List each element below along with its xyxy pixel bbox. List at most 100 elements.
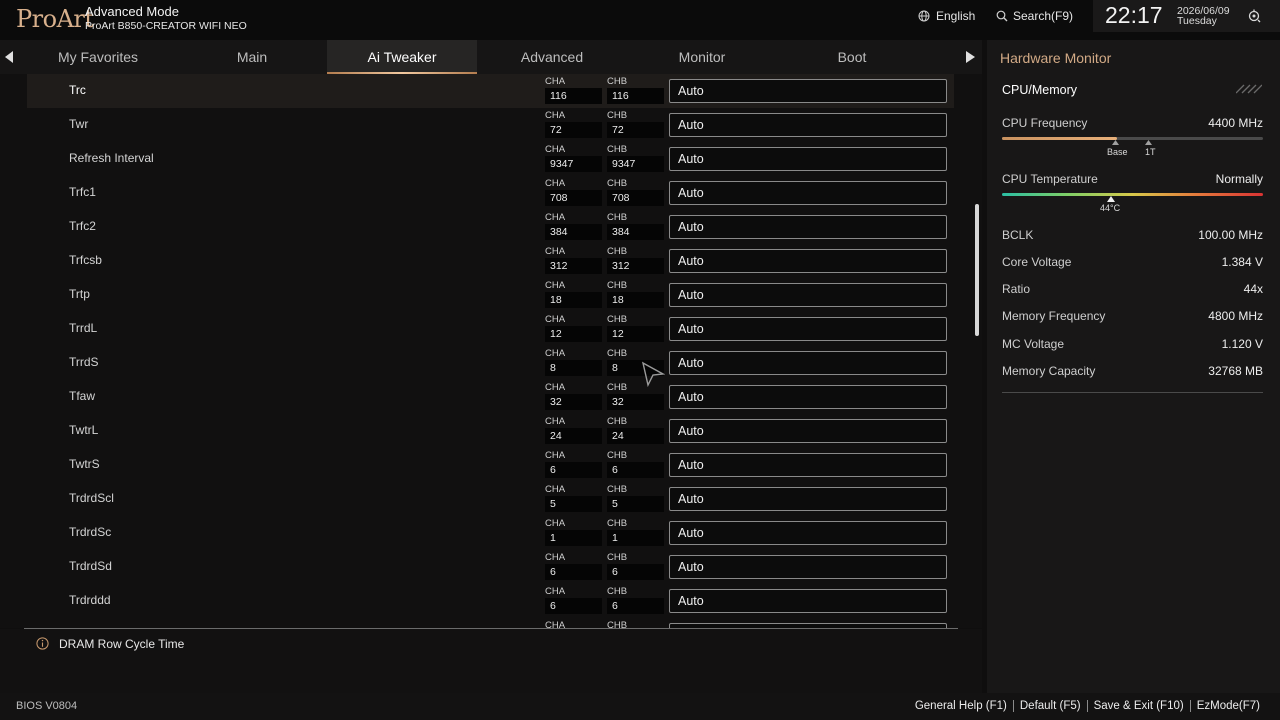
setting-value-field[interactable]: Auto (669, 351, 947, 375)
globe-icon (918, 10, 930, 22)
cha-label: CHA (545, 382, 566, 393)
setting-row[interactable]: TwtrL CHA CHB 24 24 Auto (27, 414, 954, 448)
setting-value-field[interactable]: Auto (669, 283, 947, 307)
setting-value-field[interactable]: Auto (669, 317, 947, 341)
settings-gear-icon[interactable] (1247, 9, 1261, 23)
chb-value: 24 (607, 428, 664, 444)
setting-value-field[interactable]: Auto (669, 79, 947, 103)
setting-label: TrdrdScl (69, 491, 114, 505)
cha-value: 24 (545, 428, 602, 444)
mc-voltage-value: 1.120 V (1221, 337, 1263, 351)
cha-label: CHA (545, 76, 566, 87)
cha-value: 312 (545, 258, 602, 274)
weekday-value: Tuesday (1177, 15, 1217, 27)
list-scrollbar[interactable] (975, 204, 979, 336)
setting-value-field[interactable]: Auto (669, 385, 947, 409)
setting-row[interactable]: CHA CHB (27, 618, 954, 628)
setting-row[interactable]: Trtp CHA CHB 18 18 Auto (27, 278, 954, 312)
tab-scroll-right-icon[interactable] (966, 51, 975, 63)
function-keys: General Help (F1) Default (F5) Save & Ex… (915, 700, 1260, 712)
setting-row[interactable]: Twr CHA CHB 72 72 Auto (27, 108, 954, 142)
cpu-memory-section-title: CPU/Memory (1002, 83, 1078, 97)
cha-label: CHA (545, 484, 566, 495)
tab-my-favorites[interactable]: My Favorites (23, 40, 173, 74)
setting-row[interactable]: TrdrdScl CHA CHB 5 5 Auto (27, 482, 954, 516)
chb-value: 18 (607, 292, 664, 308)
tab-bar: My Favorites Main Ai Tweaker Advanced Mo… (0, 40, 982, 74)
ezmode-button[interactable]: EzMode(F7) (1197, 700, 1260, 712)
cha-value: 1 (545, 530, 602, 546)
turbo-marker-label: 1T (1145, 147, 1156, 157)
cha-label: CHA (545, 586, 566, 597)
search-button[interactable]: Search(F9) (996, 9, 1073, 23)
tab-advanced[interactable]: Advanced (477, 40, 627, 74)
clock-date: 2026/06/09 Tuesday (1177, 6, 1230, 27)
bios-version: BIOS V0804 (16, 700, 78, 712)
setting-label: Trdrddd (69, 593, 111, 607)
chb-value: 32 (607, 394, 664, 410)
setting-row[interactable]: Trfcsb CHA CHB 312 312 Auto (27, 244, 954, 278)
chb-label: CHB (607, 246, 628, 257)
save-exit-button[interactable]: Save & Exit (F10) (1094, 700, 1184, 712)
hardware-monitor-title: Hardware Monitor (1000, 50, 1112, 66)
mouse-cursor-icon (641, 361, 665, 387)
setting-value-field[interactable]: Auto (669, 521, 947, 545)
chb-label: CHB (607, 144, 628, 155)
cha-label: CHA (545, 178, 566, 189)
tab-main[interactable]: Main (177, 40, 327, 74)
setting-label: TrrdL (69, 321, 98, 335)
setting-row[interactable]: Refresh Interval CHA CHB 9347 9347 Auto (27, 142, 954, 176)
setting-value-field[interactable]: Auto (669, 487, 947, 511)
setting-label: Trfcsb (69, 253, 102, 267)
chb-label: CHB (607, 76, 628, 87)
setting-value-field[interactable]: Auto (669, 555, 947, 579)
setting-row[interactable]: Trfc2 CHA CHB 384 384 Auto (27, 210, 954, 244)
tab-boot[interactable]: Boot (777, 40, 927, 74)
setting-row[interactable]: TrdrdSc CHA CHB 1 1 Auto (27, 516, 954, 550)
setting-row[interactable]: TrrdS CHA CHB 8 8 Auto (27, 346, 954, 380)
setting-value-field[interactable]: Auto (669, 147, 947, 171)
general-help-button[interactable]: General Help (F1) (915, 700, 1007, 712)
chb-label: CHB (607, 382, 628, 393)
setting-label: TrdrdSd (69, 559, 112, 573)
chb-label: CHB (607, 484, 628, 495)
setting-row[interactable]: Tfaw CHA CHB 32 32 Auto (27, 380, 954, 414)
setting-value-field[interactable]: Auto (669, 453, 947, 477)
clock-time: 22:17 (1105, 2, 1163, 28)
language-button[interactable]: English (918, 9, 975, 23)
setting-value-field[interactable]: Auto (669, 181, 947, 205)
setting-row[interactable]: TrrdL CHA CHB 12 12 Auto (27, 312, 954, 346)
setting-row[interactable]: Trdrddd CHA CHB 6 6 Auto (27, 584, 954, 618)
setting-row[interactable]: Trfc1 CHA CHB 708 708 Auto (27, 176, 954, 210)
setting-label: TwtrS (69, 457, 100, 471)
setting-row[interactable]: TwtrS CHA CHB 6 6 Auto (27, 448, 954, 482)
setting-row[interactable]: Trc CHA CHB 116 116 Auto (27, 74, 954, 108)
top-header: ProArt Advanced Mode ProArt B850-CREATOR… (0, 0, 1280, 40)
tab-scroll-left-icon[interactable] (5, 51, 14, 63)
info-icon (36, 637, 49, 650)
setting-value-field[interactable]: Auto (669, 249, 947, 273)
setting-value-field[interactable]: Auto (669, 419, 947, 443)
setting-value-field[interactable]: Auto (669, 589, 947, 613)
cha-value: 708 (545, 190, 602, 206)
default-button[interactable]: Default (F5) (1020, 700, 1081, 712)
footer-separator (1189, 700, 1191, 712)
chb-value: 6 (607, 462, 664, 478)
cha-value: 12 (545, 326, 602, 342)
search-label: Search(F9) (1013, 9, 1074, 23)
tab-ai-tweaker[interactable]: Ai Tweaker (327, 40, 477, 74)
setting-label: Twr (69, 117, 89, 131)
memory-frequency-label: Memory Frequency (1002, 309, 1106, 323)
setting-value-field[interactable]: Auto (669, 215, 947, 239)
tab-monitor[interactable]: Monitor (627, 40, 777, 74)
footer-separator (1012, 700, 1014, 712)
setting-row[interactable]: TrdrdSd CHA CHB 6 6 Auto (27, 550, 954, 584)
cpu-frequency-fill (1002, 137, 1117, 140)
cha-value: 5 (545, 496, 602, 512)
setting-value-field[interactable]: Auto (669, 113, 947, 137)
chb-label: CHB (607, 110, 628, 121)
search-icon (996, 10, 1008, 22)
chb-label: CHB (607, 518, 628, 529)
chb-label: CHB (607, 348, 628, 359)
diagonal-stripes-icon (1236, 84, 1262, 94)
